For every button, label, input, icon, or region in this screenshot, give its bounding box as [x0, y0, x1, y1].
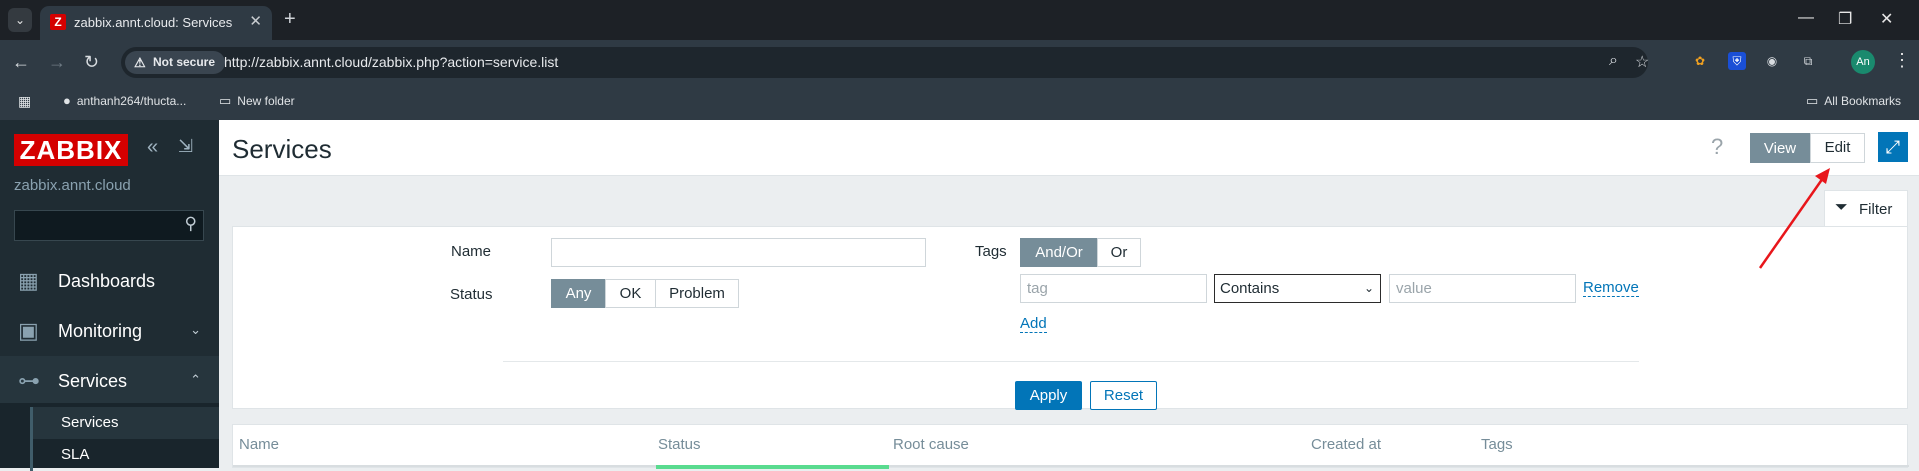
- forward-icon[interactable]: →: [48, 51, 66, 73]
- services-submenu: Services SLA: [0, 403, 219, 471]
- apps-grid-icon[interactable]: ▦: [18, 93, 31, 110]
- folder-icon: ▭: [1806, 93, 1819, 108]
- zoom-icon[interactable]: ⌕: [1609, 52, 1618, 70]
- column-header-name[interactable]: Name: [239, 436, 279, 453]
- close-tab-icon[interactable]: ✕: [249, 12, 262, 30]
- bookmark-label: New folder: [237, 94, 295, 108]
- services-table: Name Status Root cause Created at Tags: [232, 424, 1909, 469]
- status-ok-option[interactable]: OK: [605, 279, 656, 308]
- warning-icon: ⚠: [134, 55, 146, 70]
- column-header-root-cause: Root cause: [893, 436, 969, 453]
- browser-tab-bar: ⌄ Z zabbix.annt.cloud: Services ✕ + — ❐ …: [0, 0, 1919, 40]
- filter-icon: ⏷: [1835, 199, 1848, 216]
- menu-item-label: Monitoring: [58, 321, 143, 341]
- tag-input[interactable]: tag: [1020, 274, 1207, 303]
- services-icon: ⊶: [18, 368, 40, 393]
- kiosk-mode-icon[interactable]: ⇲: [178, 136, 193, 157]
- status-any-option[interactable]: Any: [551, 279, 606, 308]
- column-header-status: Status: [658, 436, 701, 453]
- tag-operator-select[interactable]: Contains ⌄: [1214, 274, 1381, 303]
- fullscreen-icon[interactable]: ⤢: [1878, 132, 1908, 162]
- bookmarks-bar: ▦ ● anthanh264/thucta... ▭ New folder ▭ All…: [0, 84, 1919, 120]
- filter-divider: [503, 361, 1639, 362]
- filter-panel: Name Status Any OK Problem Tags And/Or O…: [232, 226, 1908, 410]
- chevron-down-icon: ⌄: [1363, 281, 1374, 295]
- submenu-item-sla[interactable]: SLA: [30, 439, 219, 471]
- bitwarden-icon[interactable]: ⛨: [1728, 52, 1746, 70]
- collapse-sidebar-icon[interactable]: «: [147, 136, 158, 159]
- security-chip[interactable]: ⚠ Not secure: [125, 51, 226, 74]
- search-icon[interactable]: ⚲: [185, 214, 197, 234]
- extension-icon[interactable]: ✿: [1691, 52, 1709, 70]
- apply-button[interactable]: Apply: [1015, 381, 1082, 410]
- bookmark-github[interactable]: ● anthanh264/thucta...: [63, 93, 186, 108]
- tags-or-option[interactable]: Or: [1097, 238, 1141, 267]
- menu-item-label: Services: [58, 371, 128, 391]
- tags-label: Tags: [975, 243, 1007, 260]
- camera-icon[interactable]: ◉: [1763, 52, 1781, 70]
- all-bookmarks[interactable]: ▭ All Bookmarks: [1806, 93, 1901, 109]
- browser-menu-icon[interactable]: ⋮: [1893, 50, 1911, 71]
- restore-icon[interactable]: ❐: [1838, 9, 1852, 29]
- view-mode-button[interactable]: View: [1750, 133, 1810, 163]
- page-header: Services ? View Edit ⤢: [219, 120, 1919, 176]
- github-icon: ●: [63, 93, 71, 108]
- menu-item-monitoring[interactable]: ▣ Monitoring ⌄: [0, 306, 219, 356]
- filter-tab[interactable]: ⏷ Filter: [1824, 190, 1908, 227]
- profile-avatar[interactable]: An: [1851, 50, 1875, 74]
- bookmark-new-folder[interactable]: ▭ New folder: [219, 93, 295, 109]
- all-bookmarks-label: All Bookmarks: [1824, 94, 1901, 108]
- sidebar-search-input[interactable]: ⚲: [14, 210, 204, 241]
- tag-value-input[interactable]: value: [1389, 274, 1576, 303]
- tab-title: zabbix.annt.cloud: Services: [74, 15, 233, 30]
- sidebar: ZABBIX « ⇲ zabbix.annt.cloud ⚲ ▦ Dashboa…: [0, 120, 219, 471]
- folder-icon: ▭: [219, 93, 232, 108]
- filter-tab-label: Filter: [1859, 201, 1893, 218]
- zabbix-favicon-icon: Z: [50, 14, 66, 30]
- close-window-icon[interactable]: ✕: [1880, 9, 1893, 29]
- zabbix-logo[interactable]: ZABBIX: [14, 134, 128, 166]
- url-text[interactable]: http://zabbix.annt.cloud/zabbix.php?acti…: [224, 54, 558, 70]
- name-input[interactable]: [551, 238, 926, 267]
- name-label: Name: [451, 243, 492, 260]
- tag-operator-value: Contains: [1220, 280, 1280, 297]
- tab-search-button[interactable]: ⌄: [8, 8, 32, 32]
- page-title: Services: [232, 134, 332, 164]
- chevron-up-icon: ⌃: [190, 372, 201, 387]
- reset-button[interactable]: Reset: [1090, 381, 1157, 410]
- server-name: zabbix.annt.cloud: [14, 177, 131, 194]
- tags-andor-option[interactable]: And/Or: [1020, 238, 1098, 267]
- reload-icon[interactable]: ↻: [84, 51, 99, 73]
- menu-item-services[interactable]: ⊶ Services ⌃: [0, 356, 219, 403]
- extensions-puzzle-icon[interactable]: ⧉: [1799, 52, 1817, 70]
- address-bar[interactable]: ⚠ Not secure http://zabbix.annt.cloud/za…: [121, 47, 1649, 78]
- status-label: Status: [450, 286, 493, 303]
- browser-tab[interactable]: Z zabbix.annt.cloud: Services ✕: [40, 6, 272, 40]
- dashboards-icon: ▦: [18, 268, 39, 293]
- table-header-line: [233, 465, 1909, 467]
- help-icon[interactable]: ?: [1711, 134, 1723, 160]
- monitoring-icon: ▣: [18, 318, 39, 343]
- status-ok-indicator: [656, 465, 889, 469]
- bookmark-star-icon[interactable]: ☆: [1635, 52, 1649, 72]
- add-tag-link[interactable]: Add: [1020, 315, 1047, 333]
- submenu-item-services[interactable]: Services: [30, 407, 219, 439]
- chevron-down-icon: ⌄: [190, 322, 201, 337]
- security-chip-label: Not secure: [153, 55, 216, 69]
- remove-tag-link[interactable]: Remove: [1583, 279, 1639, 297]
- status-problem-option[interactable]: Problem: [655, 279, 739, 308]
- bookmark-label: anthanh264/thucta...: [76, 94, 187, 108]
- edit-mode-button[interactable]: Edit: [1810, 133, 1865, 163]
- browser-toolbar: ← → ↻ ⚠ Not secure http://zabbix.annt.cl…: [0, 40, 1919, 84]
- menu-item-label: Dashboards: [58, 271, 156, 291]
- menu-item-dashboards[interactable]: ▦ Dashboards: [0, 256, 219, 306]
- new-tab-button[interactable]: +: [284, 8, 296, 30]
- back-icon[interactable]: ←: [12, 51, 30, 73]
- column-header-tags: Tags: [1481, 436, 1513, 453]
- main-content: Services ? View Edit ⤢ ⏷ Filter Name Sta…: [219, 120, 1919, 469]
- column-header-created-at: Created at: [1311, 436, 1382, 453]
- minimize-icon[interactable]: —: [1798, 9, 1814, 27]
